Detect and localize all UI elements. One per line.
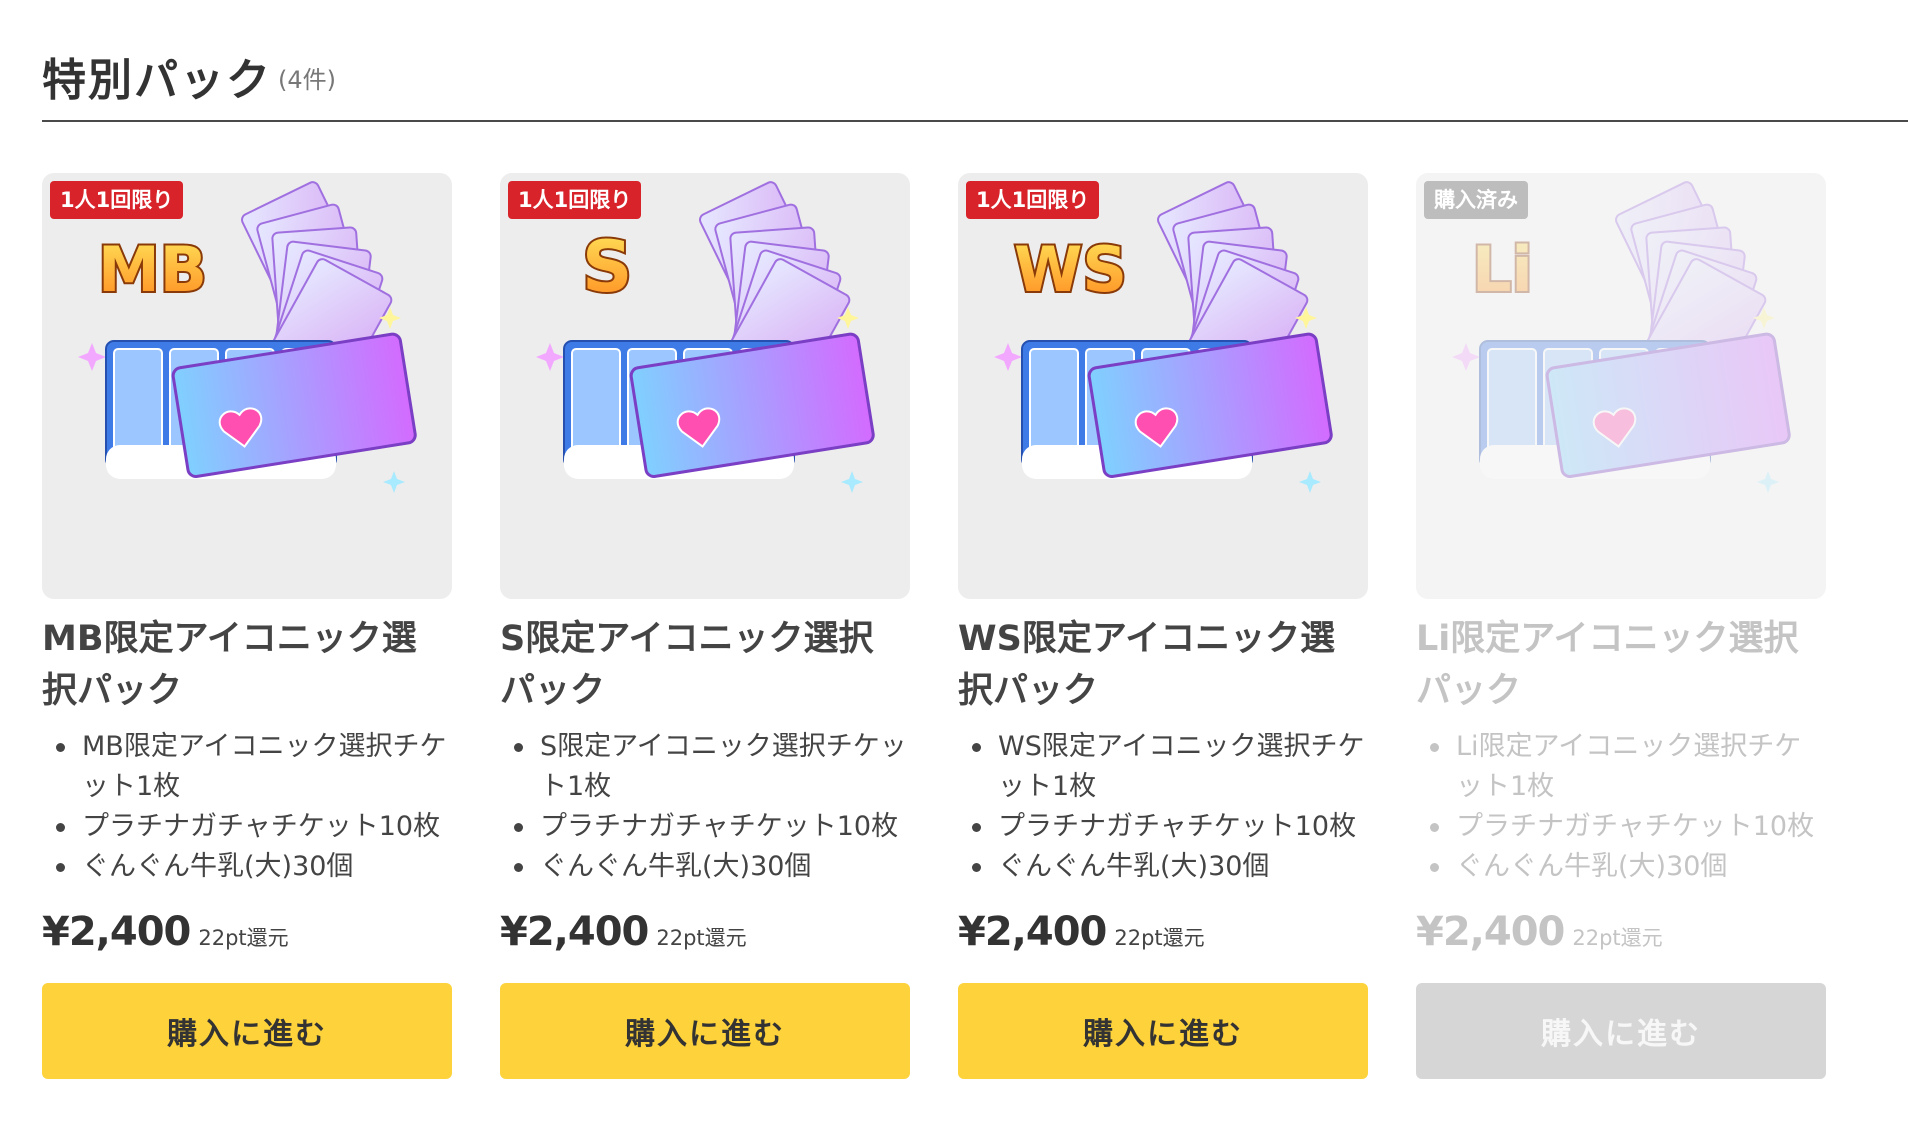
pack-contents-list: S限定アイコニック選択チケット1枚 プラチナガチャチケット10枚 ぐんぐん牛乳(… bbox=[500, 727, 910, 887]
bullet-icon bbox=[972, 743, 981, 752]
bullet-icon bbox=[972, 863, 981, 872]
price-row: ¥2,400 22pt還元 bbox=[958, 909, 1205, 955]
sparkle-icon bbox=[78, 343, 106, 371]
points-reward: 22pt還元 bbox=[656, 926, 747, 950]
item-text: Li限定アイコニック選択チケット1枚 bbox=[1456, 731, 1802, 802]
sparkle-icon bbox=[383, 471, 405, 493]
milk-carton-icon bbox=[571, 348, 621, 460]
pack-card-li: Li 購入済み Li限定アイコニック選択パック Li限定アイコニック選択チケット… bbox=[1416, 173, 1826, 1079]
section-header: 特別パック (4件) bbox=[42, 36, 1908, 122]
points-reward: 22pt還元 bbox=[1572, 926, 1663, 950]
pack-image[interactable]: S 1人1回限り bbox=[500, 173, 910, 599]
badge-label: S bbox=[582, 226, 632, 308]
list-item: Li限定アイコニック選択チケット1枚 bbox=[1416, 727, 1826, 807]
list-item: S限定アイコニック選択チケット1枚 bbox=[500, 727, 910, 807]
sparkle-icon bbox=[994, 343, 1022, 371]
item-text: ぐんぐん牛乳(大)30個 bbox=[1456, 851, 1728, 882]
bullet-icon bbox=[514, 743, 523, 752]
list-item: MB限定アイコニック選択チケット1枚 bbox=[42, 727, 452, 807]
section-count: (4件) bbox=[278, 66, 336, 94]
list-item: ぐんぐん牛乳(大)30個 bbox=[1416, 847, 1826, 887]
sparkle-icon bbox=[841, 471, 863, 493]
price: ¥2,400 bbox=[500, 909, 649, 955]
pack-illustration: S bbox=[536, 181, 875, 493]
price-row: ¥2,400 22pt還元 bbox=[500, 909, 747, 955]
purchase-button[interactable]: 購入に進む bbox=[500, 983, 910, 1079]
list-item: プラチナガチャチケット10枚 bbox=[1416, 807, 1826, 847]
badge-label: MB bbox=[98, 233, 207, 306]
pack-card-ws: WS 1人1回限り WS限定アイコニック選択パック WS限定アイコニック選択チケ… bbox=[958, 173, 1368, 1079]
bullet-icon bbox=[56, 863, 65, 872]
pack-card-mb: MB 1人1回限り MB限定アイコニック選択パック MB限定アイコニック選択チケ… bbox=[42, 173, 452, 1079]
item-text: S限定アイコニック選択チケット1枚 bbox=[540, 731, 907, 802]
bullet-icon bbox=[514, 863, 523, 872]
bullet-icon bbox=[1430, 743, 1439, 752]
pack-card-s: S 1人1回限り S限定アイコニック選択パック S限定アイコニック選択チケット1… bbox=[500, 173, 910, 1079]
price-row: ¥2,400 22pt還元 bbox=[1416, 909, 1663, 955]
pack-contents-list: WS限定アイコニック選択チケット1枚 プラチナガチャチケット10枚 ぐんぐん牛乳… bbox=[958, 727, 1368, 887]
item-text: ぐんぐん牛乳(大)30個 bbox=[82, 851, 354, 882]
purchase-button[interactable]: 購入に進む bbox=[958, 983, 1368, 1079]
milk-carton-icon bbox=[1029, 348, 1079, 460]
item-text: プラチナガチャチケット10枚 bbox=[82, 811, 441, 842]
item-text: プラチナガチャチケット10枚 bbox=[540, 811, 899, 842]
badge-label: WS bbox=[1014, 233, 1127, 306]
purchased-tag: 購入済み bbox=[1424, 181, 1528, 219]
limit-tag: 1人1回限り bbox=[508, 181, 642, 219]
pack-image[interactable]: WS 1人1回限り bbox=[958, 173, 1368, 599]
price: ¥2,400 bbox=[958, 909, 1107, 955]
pack-title: Li限定アイコニック選択パック bbox=[1416, 619, 1799, 711]
list-item: プラチナガチャチケット10枚 bbox=[42, 807, 452, 847]
bullet-icon bbox=[972, 823, 981, 832]
list-item: ぐんぐん牛乳(大)30個 bbox=[958, 847, 1368, 887]
item-text: ぐんぐん牛乳(大)30個 bbox=[540, 851, 812, 882]
limit-tag: 1人1回限り bbox=[966, 181, 1100, 219]
purchase-button-disabled: 購入に進む bbox=[1416, 983, 1826, 1079]
pack-title: MB限定アイコニック選択パック bbox=[42, 619, 417, 711]
pack-illustration: WS bbox=[994, 181, 1333, 493]
pack-title: S限定アイコニック選択パック bbox=[500, 619, 874, 711]
list-item: プラチナガチャチケット10枚 bbox=[500, 807, 910, 847]
item-text: MB限定アイコニック選択チケット1枚 bbox=[82, 731, 447, 802]
limit-tag: 1人1回限り bbox=[50, 181, 184, 219]
sparkle-icon bbox=[1299, 471, 1321, 493]
sparkle-icon bbox=[1452, 343, 1480, 371]
list-item: ぐんぐん牛乳(大)30個 bbox=[500, 847, 910, 887]
item-text: ぐんぐん牛乳(大)30個 bbox=[998, 851, 1270, 882]
points-reward: 22pt還元 bbox=[1114, 926, 1205, 950]
pack-illustration: MB bbox=[78, 181, 417, 493]
list-item: プラチナガチャチケット10枚 bbox=[958, 807, 1368, 847]
bullet-icon bbox=[1430, 823, 1439, 832]
pack-image[interactable]: MB 1人1回限り bbox=[42, 173, 452, 599]
points-reward: 22pt還元 bbox=[198, 926, 289, 950]
list-item: WS限定アイコニック選択チケット1枚 bbox=[958, 727, 1368, 807]
item-text: WS限定アイコニック選択チケット1枚 bbox=[998, 731, 1365, 802]
pack-title: WS限定アイコニック選択パック bbox=[958, 619, 1336, 711]
pack-contents-list: Li限定アイコニック選択チケット1枚 プラチナガチャチケット10枚 ぐんぐん牛乳… bbox=[1416, 727, 1826, 887]
price: ¥2,400 bbox=[1416, 909, 1565, 955]
purchase-button[interactable]: 購入に進む bbox=[42, 983, 452, 1079]
bullet-icon bbox=[56, 823, 65, 832]
pack-image: Li 購入済み bbox=[1416, 173, 1826, 599]
section-title: 特別パック bbox=[42, 55, 272, 106]
item-text: プラチナガチャチケット10枚 bbox=[998, 811, 1357, 842]
milk-carton-icon bbox=[113, 348, 163, 460]
price-row: ¥2,400 22pt還元 bbox=[42, 909, 289, 955]
bullet-icon bbox=[1430, 863, 1439, 872]
price: ¥2,400 bbox=[42, 909, 191, 955]
bullet-icon bbox=[56, 743, 65, 752]
pack-illustration: Li bbox=[1452, 181, 1791, 493]
bullet-icon bbox=[514, 823, 523, 832]
item-text: プラチナガチャチケット10枚 bbox=[1456, 811, 1815, 842]
badge-label: Li bbox=[1472, 233, 1533, 306]
milk-carton-icon bbox=[1487, 348, 1537, 460]
list-item: ぐんぐん牛乳(大)30個 bbox=[42, 847, 452, 887]
sparkle-icon bbox=[536, 343, 564, 371]
pack-contents-list: MB限定アイコニック選択チケット1枚 プラチナガチャチケット10枚 ぐんぐん牛乳… bbox=[42, 727, 452, 887]
sparkle-icon bbox=[1757, 471, 1779, 493]
